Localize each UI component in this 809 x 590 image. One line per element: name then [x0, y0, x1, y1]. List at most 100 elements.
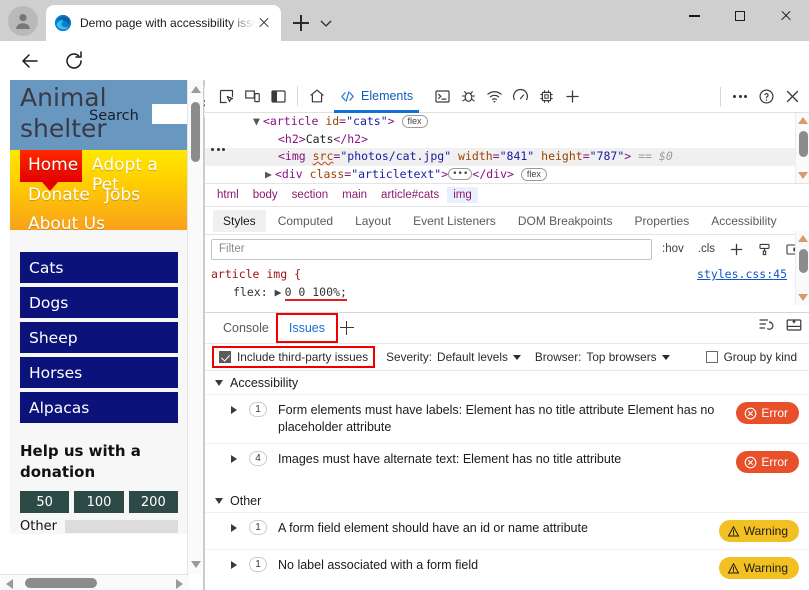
performance-gauge-icon[interactable] [507, 83, 533, 109]
expand-caret-right-icon[interactable]: ▶ [265, 166, 275, 184]
profile-avatar-button[interactable] [8, 6, 38, 36]
horizontal-scroll-thumb[interactable] [25, 578, 97, 588]
scroll-up-arrow-icon[interactable] [191, 86, 201, 93]
amount-200[interactable]: 200 [128, 491, 178, 513]
class-button[interactable]: .cls [694, 243, 719, 255]
element-state-icon[interactable] [753, 239, 775, 259]
minimize-button[interactable] [671, 0, 717, 32]
category-horses[interactable]: Horses [20, 357, 178, 388]
browser-filter[interactable]: Browser: Top browsers [535, 350, 670, 364]
page-horizontal-scrollbar[interactable] [0, 574, 189, 590]
styles-scroll-up-icon[interactable] [798, 235, 808, 242]
close-devtools-icon[interactable] [779, 84, 805, 110]
dom-node-article[interactable]: ▼ <article id="cats"> flex [205, 113, 809, 131]
breadcrumb-main[interactable]: main [336, 187, 373, 203]
dock-side-icon[interactable] [265, 83, 291, 109]
issue-expand-caret-icon[interactable] [231, 524, 237, 532]
debugger-bug-icon[interactable] [455, 83, 481, 109]
flex-badge[interactable]: flex [401, 115, 428, 128]
severity-filter[interactable]: Severity: Default levels [386, 350, 521, 364]
memory-chip-icon[interactable] [533, 83, 559, 109]
issues-list[interactable]: Accessibility 1 Form elements must have … [205, 372, 809, 590]
issue-expand-caret-icon[interactable] [231, 561, 237, 569]
close-tab-icon[interactable] [255, 14, 273, 32]
reload-icon[interactable] [62, 49, 86, 73]
breadcrumb-body[interactable]: body [247, 187, 284, 203]
css-declaration-line[interactable]: flex: ▶ 0 0 100%; [211, 283, 809, 301]
checkbox-unchecked-icon[interactable] [705, 351, 718, 363]
nav-link-donate[interactable]: Donate [28, 185, 90, 205]
tab-properties[interactable]: Properties [625, 210, 700, 232]
styles-scroll-down-icon[interactable] [798, 294, 808, 301]
maximize-button[interactable] [717, 0, 763, 32]
back-arrow-icon[interactable] [18, 49, 42, 73]
flex-badge-div[interactable]: flex [520, 167, 547, 181]
category-alpacas[interactable]: Alpacas [20, 392, 178, 423]
drawer-tab-console[interactable]: Console [213, 316, 279, 340]
stylesheet-source-link[interactable]: styles.css:45 [697, 265, 787, 283]
tab-accessibility[interactable]: Accessibility [701, 210, 786, 232]
browser-chevron-down-icon[interactable] [661, 354, 670, 360]
dom-scroll-up-icon[interactable] [798, 117, 808, 124]
dom-node-img-selected[interactable]: <img src="photos/cat.jpg" width="841" he… [205, 148, 809, 166]
vertical-scroll-thumb[interactable] [191, 102, 200, 162]
tab-computed[interactable]: Computed [268, 210, 343, 232]
issue-row[interactable]: 1 No label associated with a form field … [205, 549, 809, 586]
drawer-tab-issues[interactable]: Issues [275, 313, 339, 343]
close-window-button[interactable] [763, 0, 809, 32]
issue-row[interactable]: 4 Images must have alternate text: Eleme… [205, 443, 809, 480]
tab-layout[interactable]: Layout [345, 210, 401, 232]
tab-styles[interactable]: Styles [213, 209, 266, 232]
issue-expand-caret-icon[interactable] [231, 406, 237, 414]
dom-scroll-thumb[interactable] [799, 131, 808, 157]
home-icon[interactable] [304, 83, 330, 109]
more-options-dots-icon[interactable] [727, 84, 753, 110]
issue-group-other[interactable]: Other [205, 490, 809, 512]
styles-filter-input[interactable]: Filter [211, 238, 652, 260]
more-tools-plus-icon[interactable] [559, 83, 585, 109]
issue-expand-caret-icon[interactable] [231, 455, 237, 463]
issue-group-accessibility[interactable]: Accessibility [205, 372, 809, 394]
dom-tree-scrollbar[interactable] [795, 113, 809, 183]
css-value[interactable]: 0 0 100%; [284, 285, 347, 301]
row-more-dots-icon[interactable] [207, 148, 225, 151]
device-emulation-icon[interactable] [239, 83, 265, 109]
category-dogs[interactable]: Dogs [20, 287, 178, 318]
scroll-left-arrow-icon[interactable] [6, 579, 13, 589]
group-by-kind-checkbox[interactable]: Group by kind [705, 350, 797, 364]
tab-event-listeners[interactable]: Event Listeners [403, 210, 506, 232]
network-wifi-icon[interactable] [481, 83, 507, 109]
drawer-dock-icon[interactable] [785, 316, 803, 339]
css-property[interactable]: flex: [233, 285, 268, 299]
breadcrumb-html[interactable]: html [211, 187, 245, 203]
group-caret-down-icon[interactable] [215, 498, 223, 504]
scroll-right-arrow-icon[interactable] [176, 579, 183, 589]
new-tab-button[interactable] [289, 11, 313, 35]
styles-scrollbar[interactable] [795, 231, 809, 305]
breadcrumb-article[interactable]: article#cats [375, 187, 445, 203]
expand-caret-down-icon[interactable]: ▼ [253, 113, 263, 131]
page-viewport[interactable]: Animal shelter Search Home Adopt a Pet D… [0, 80, 204, 590]
nav-link-jobs[interactable]: Jobs [105, 185, 140, 205]
inspect-element-icon[interactable] [213, 83, 239, 109]
browser-tab[interactable]: Demo page with accessibility issu [46, 5, 281, 41]
nav-link-about-us[interactable]: About Us [28, 214, 105, 234]
group-caret-down-icon[interactable] [215, 380, 223, 386]
other-amount-input[interactable] [64, 520, 178, 533]
dom-node-div-articletext[interactable]: ▶ <div class="articletext"> ••• </div> flex [205, 166, 809, 184]
issue-row[interactable]: 1 Form elements must have labels: Elemen… [205, 394, 809, 443]
new-style-rule-icon[interactable] [725, 239, 747, 259]
styles-scroll-thumb[interactable] [799, 249, 808, 273]
tab-dom-breakpoints[interactable]: DOM Breakpoints [508, 210, 623, 232]
dom-scroll-down-icon[interactable] [798, 172, 808, 179]
include-third-party-issues-checkbox[interactable]: Include third-party issues [211, 346, 376, 368]
console-settings-icon[interactable] [757, 316, 775, 339]
help-question-icon[interactable] [753, 84, 779, 110]
devtools-tab-elements[interactable]: Elements [330, 80, 423, 113]
flex-shorthand-caret-icon[interactable]: ▶ [275, 283, 285, 301]
drawer-add-tool-button[interactable] [335, 316, 359, 340]
breadcrumb-section[interactable]: section [286, 187, 334, 203]
dom-tree[interactable]: ▼ <article id="cats"> flex <h2>Cats</h2> … [205, 113, 809, 183]
breadcrumb-img[interactable]: img [447, 187, 478, 203]
category-cats[interactable]: Cats [20, 252, 178, 283]
